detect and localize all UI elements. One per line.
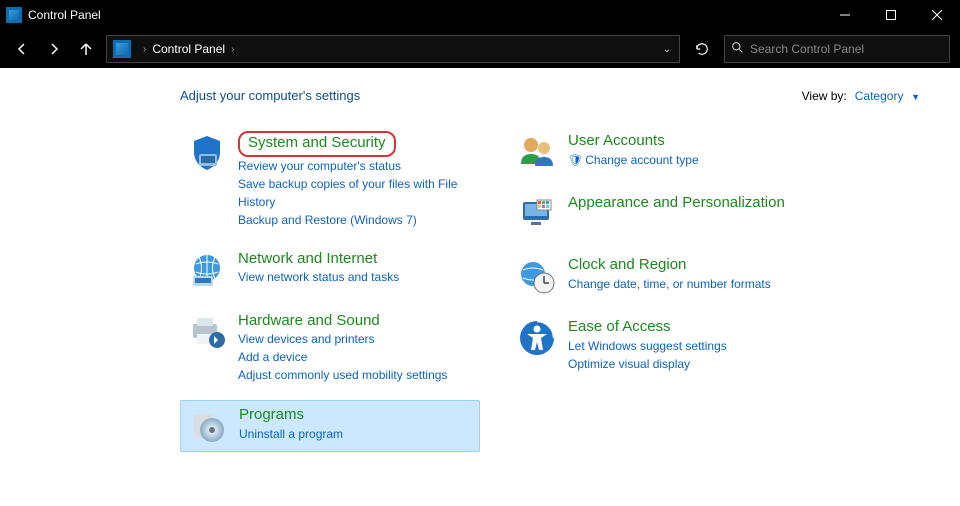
chevron-down-icon: ▼: [911, 92, 920, 102]
address-icon: [113, 40, 131, 58]
category-link[interactable]: Add a device: [238, 348, 474, 366]
category-title[interactable]: Programs: [239, 406, 304, 423]
category-link[interactable]: Save backup copies of your files with Fi…: [238, 175, 474, 211]
category-link[interactable]: View devices and printers: [238, 330, 474, 348]
globe-network-icon: [186, 249, 228, 291]
category-link[interactable]: Let Windows suggest settings: [568, 337, 804, 355]
page-header-row: Adjust your computer's settings View by:…: [180, 88, 920, 103]
breadcrumb-root[interactable]: Control Panel: [152, 42, 225, 56]
viewby-label: View by:: [802, 89, 847, 103]
up-button[interactable]: [74, 37, 98, 61]
category-appearance-personalization: Appearance and Personalization: [510, 189, 810, 239]
shield-computer-icon: [186, 131, 228, 173]
column-left: System and Security Review your computer…: [180, 127, 480, 464]
close-button[interactable]: [914, 0, 960, 30]
category-user-accounts: User Accounts 🛡Change account type: [510, 127, 810, 177]
minimize-button[interactable]: [822, 0, 868, 30]
viewby-dropdown[interactable]: Category ▼: [855, 88, 920, 103]
category-title[interactable]: User Accounts: [568, 132, 665, 149]
category-link[interactable]: Change date, time, or number formats: [568, 275, 804, 293]
content-area: Adjust your computer's settings View by:…: [0, 68, 960, 484]
category-link[interactable]: View network status and tasks: [238, 268, 474, 286]
category-programs[interactable]: Programs Uninstall a program: [180, 400, 480, 452]
users-icon: [516, 131, 558, 173]
category-columns: System and Security Review your computer…: [180, 127, 920, 464]
address-bar[interactable]: › Control Panel › ⌄: [106, 35, 680, 63]
category-title[interactable]: Ease of Access: [568, 318, 671, 335]
page-heading: Adjust your computer's settings: [180, 88, 360, 103]
category-clock-region: Clock and Region Change date, time, or n…: [510, 251, 810, 301]
category-link[interactable]: Review your computer's status: [238, 157, 474, 175]
maximize-button[interactable]: [868, 0, 914, 30]
search-icon: [731, 41, 744, 57]
back-button[interactable]: [10, 37, 34, 61]
uac-shield-icon: 🛡: [568, 153, 583, 167]
monitor-palette-icon: [516, 193, 558, 235]
category-link[interactable]: Uninstall a program: [239, 425, 473, 443]
category-link[interactable]: Adjust commonly used mobility settings: [238, 366, 474, 384]
printer-sound-icon: [186, 311, 228, 353]
chevron-right-icon[interactable]: ›: [231, 44, 234, 55]
category-network-internet: Network and Internet View network status…: [180, 245, 480, 295]
category-title[interactable]: Appearance and Personalization: [568, 194, 785, 211]
chevron-right-icon: ›: [143, 44, 146, 55]
category-title[interactable]: System and Security: [238, 131, 396, 157]
category-hardware-sound: Hardware and Sound View devices and prin…: [180, 307, 480, 389]
refresh-button[interactable]: [688, 35, 716, 63]
category-link[interactable]: 🛡Change account type: [568, 151, 804, 169]
category-title[interactable]: Hardware and Sound: [238, 312, 380, 329]
category-link[interactable]: Optimize visual display: [568, 355, 804, 373]
titlebar: Control Panel: [0, 0, 960, 30]
navbar: › Control Panel › ⌄: [0, 30, 960, 68]
window-title: Control Panel: [28, 8, 101, 22]
address-dropdown-icon[interactable]: ⌄: [655, 44, 679, 55]
ease-of-access-icon: [516, 317, 558, 359]
search-input[interactable]: [750, 42, 943, 56]
viewby-value: Category: [855, 89, 904, 103]
search-box[interactable]: [724, 35, 950, 63]
category-title[interactable]: Network and Internet: [238, 250, 377, 267]
column-right: User Accounts 🛡Change account type Appea…: [510, 127, 810, 464]
category-link[interactable]: Backup and Restore (Windows 7): [238, 211, 474, 229]
clock-globe-icon: [516, 255, 558, 297]
link-text: Change account type: [585, 153, 698, 167]
disc-box-icon: [187, 405, 229, 447]
forward-button[interactable]: [42, 37, 66, 61]
category-ease-of-access: Ease of Access Let Windows suggest setti…: [510, 313, 810, 377]
control-panel-icon: [6, 7, 22, 23]
category-system-security: System and Security Review your computer…: [180, 127, 480, 233]
category-title[interactable]: Clock and Region: [568, 256, 686, 273]
